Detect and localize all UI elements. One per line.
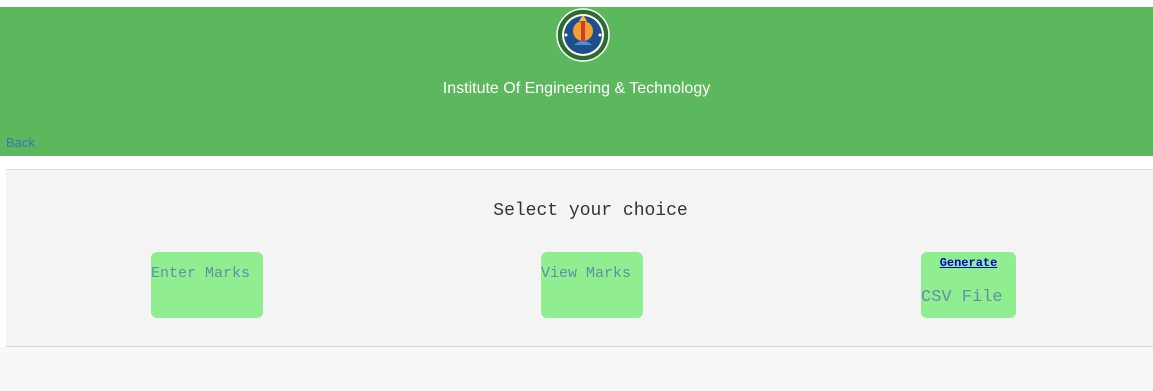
footer-area bbox=[0, 347, 1153, 391]
enter-marks-label: Enter Marks bbox=[151, 265, 251, 282]
generate-link[interactable]: Generate bbox=[921, 256, 1016, 270]
enter-marks-button[interactable]: Enter Marks bbox=[151, 252, 263, 318]
view-marks-button[interactable]: View Marks bbox=[541, 252, 643, 318]
university-seal-icon bbox=[554, 7, 612, 63]
choice-heading: Select your choice bbox=[493, 201, 688, 221]
institute-title: Institute Of Engineering & Technology bbox=[442, 80, 711, 97]
view-marks-label: View Marks bbox=[541, 265, 632, 282]
csv-file-label: CSV File bbox=[921, 288, 1003, 307]
site-header: Institute Of Engineering & Technology Ba… bbox=[0, 7, 1153, 156]
choice-panel: Select your choice Enter Marks View Mark… bbox=[6, 169, 1153, 347]
top-strip bbox=[0, 0, 1153, 7]
generate-csv-button[interactable]: Generate CSV File bbox=[921, 252, 1016, 318]
back-link[interactable]: Back bbox=[6, 135, 35, 150]
